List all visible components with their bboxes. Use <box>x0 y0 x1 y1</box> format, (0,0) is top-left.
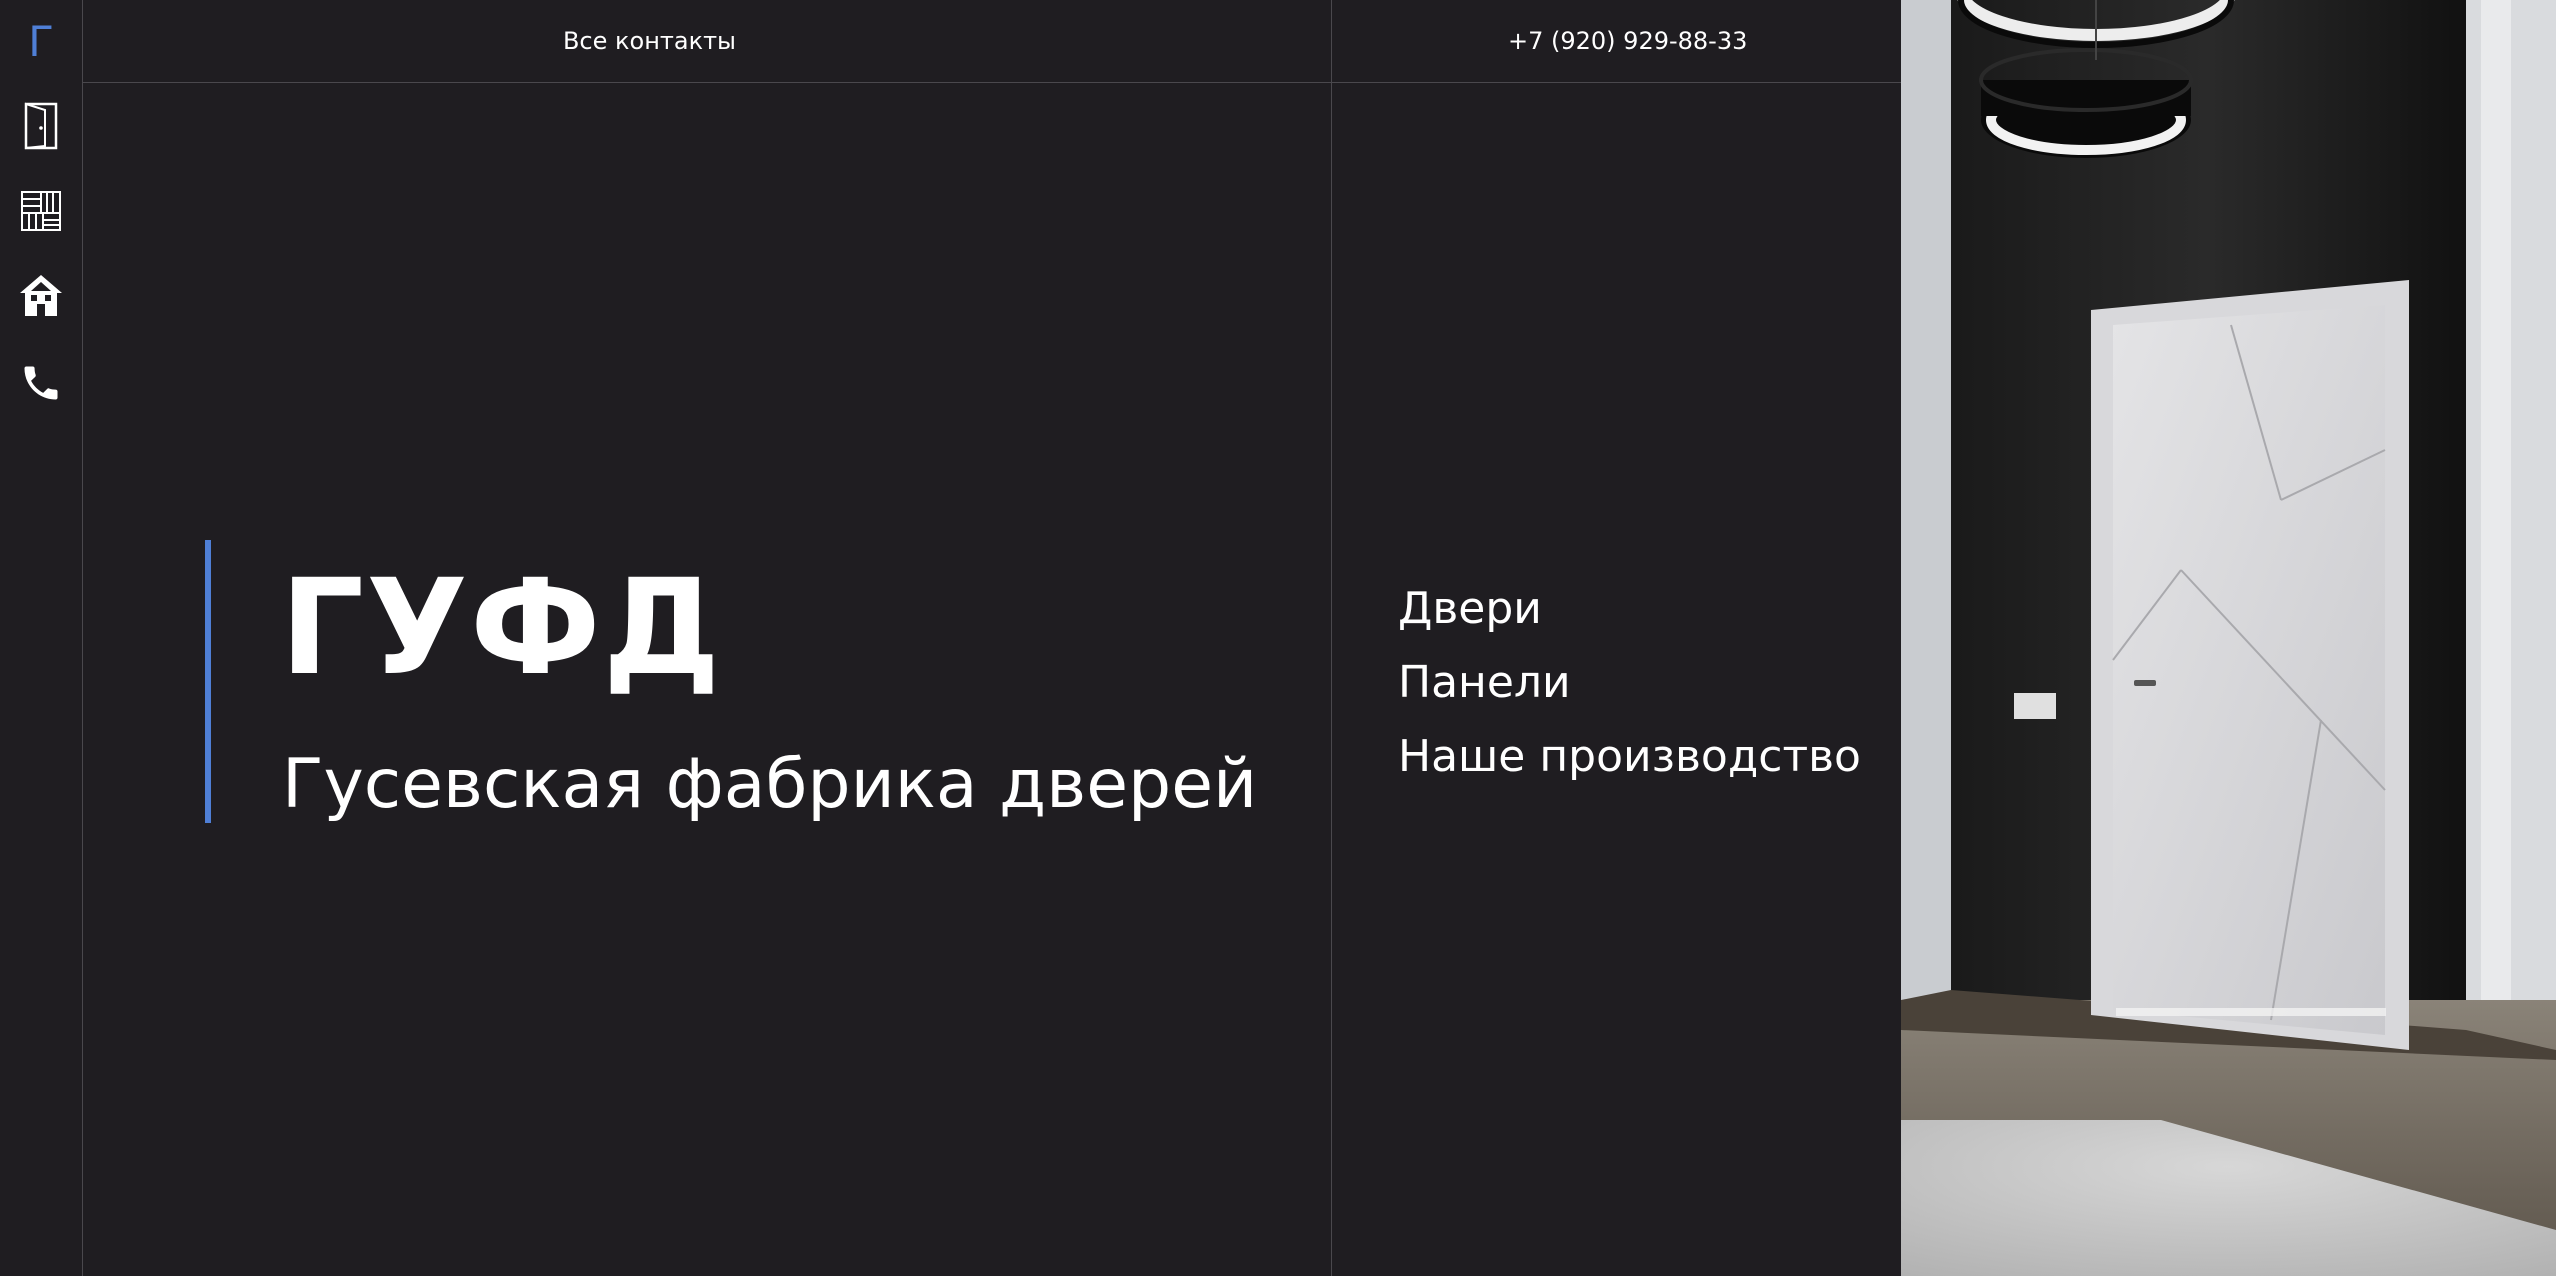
hero-photo <box>1901 0 2556 1276</box>
top-bar: Все контакты +7 (920) 929-88-33 <box>83 0 1901 83</box>
vertical-divider <box>1331 0 1332 1276</box>
panels-icon[interactable] <box>13 183 69 239</box>
hero-subtitle: Гусевская фабрика дверей <box>282 745 1258 824</box>
phone-link[interactable]: +7 (920) 929-88-33 <box>1508 0 1747 82</box>
logo[interactable]: Г <box>0 0 82 82</box>
menu-item-doors[interactable]: Двери <box>1398 572 1861 646</box>
all-contacts-link[interactable]: Все контакты <box>563 0 736 82</box>
house-icon[interactable] <box>13 268 69 324</box>
menu-item-panels[interactable]: Панели <box>1398 646 1861 720</box>
main-menu: Двери Панели Наше производство <box>1398 572 1861 794</box>
door-icon[interactable] <box>13 98 69 154</box>
phone-icon[interactable] <box>13 355 69 411</box>
sidebar: Г <box>0 0 83 1276</box>
menu-item-production[interactable]: Наше производство <box>1398 720 1861 794</box>
accent-bar <box>205 540 211 823</box>
hero-title: ГУФД <box>280 551 723 705</box>
